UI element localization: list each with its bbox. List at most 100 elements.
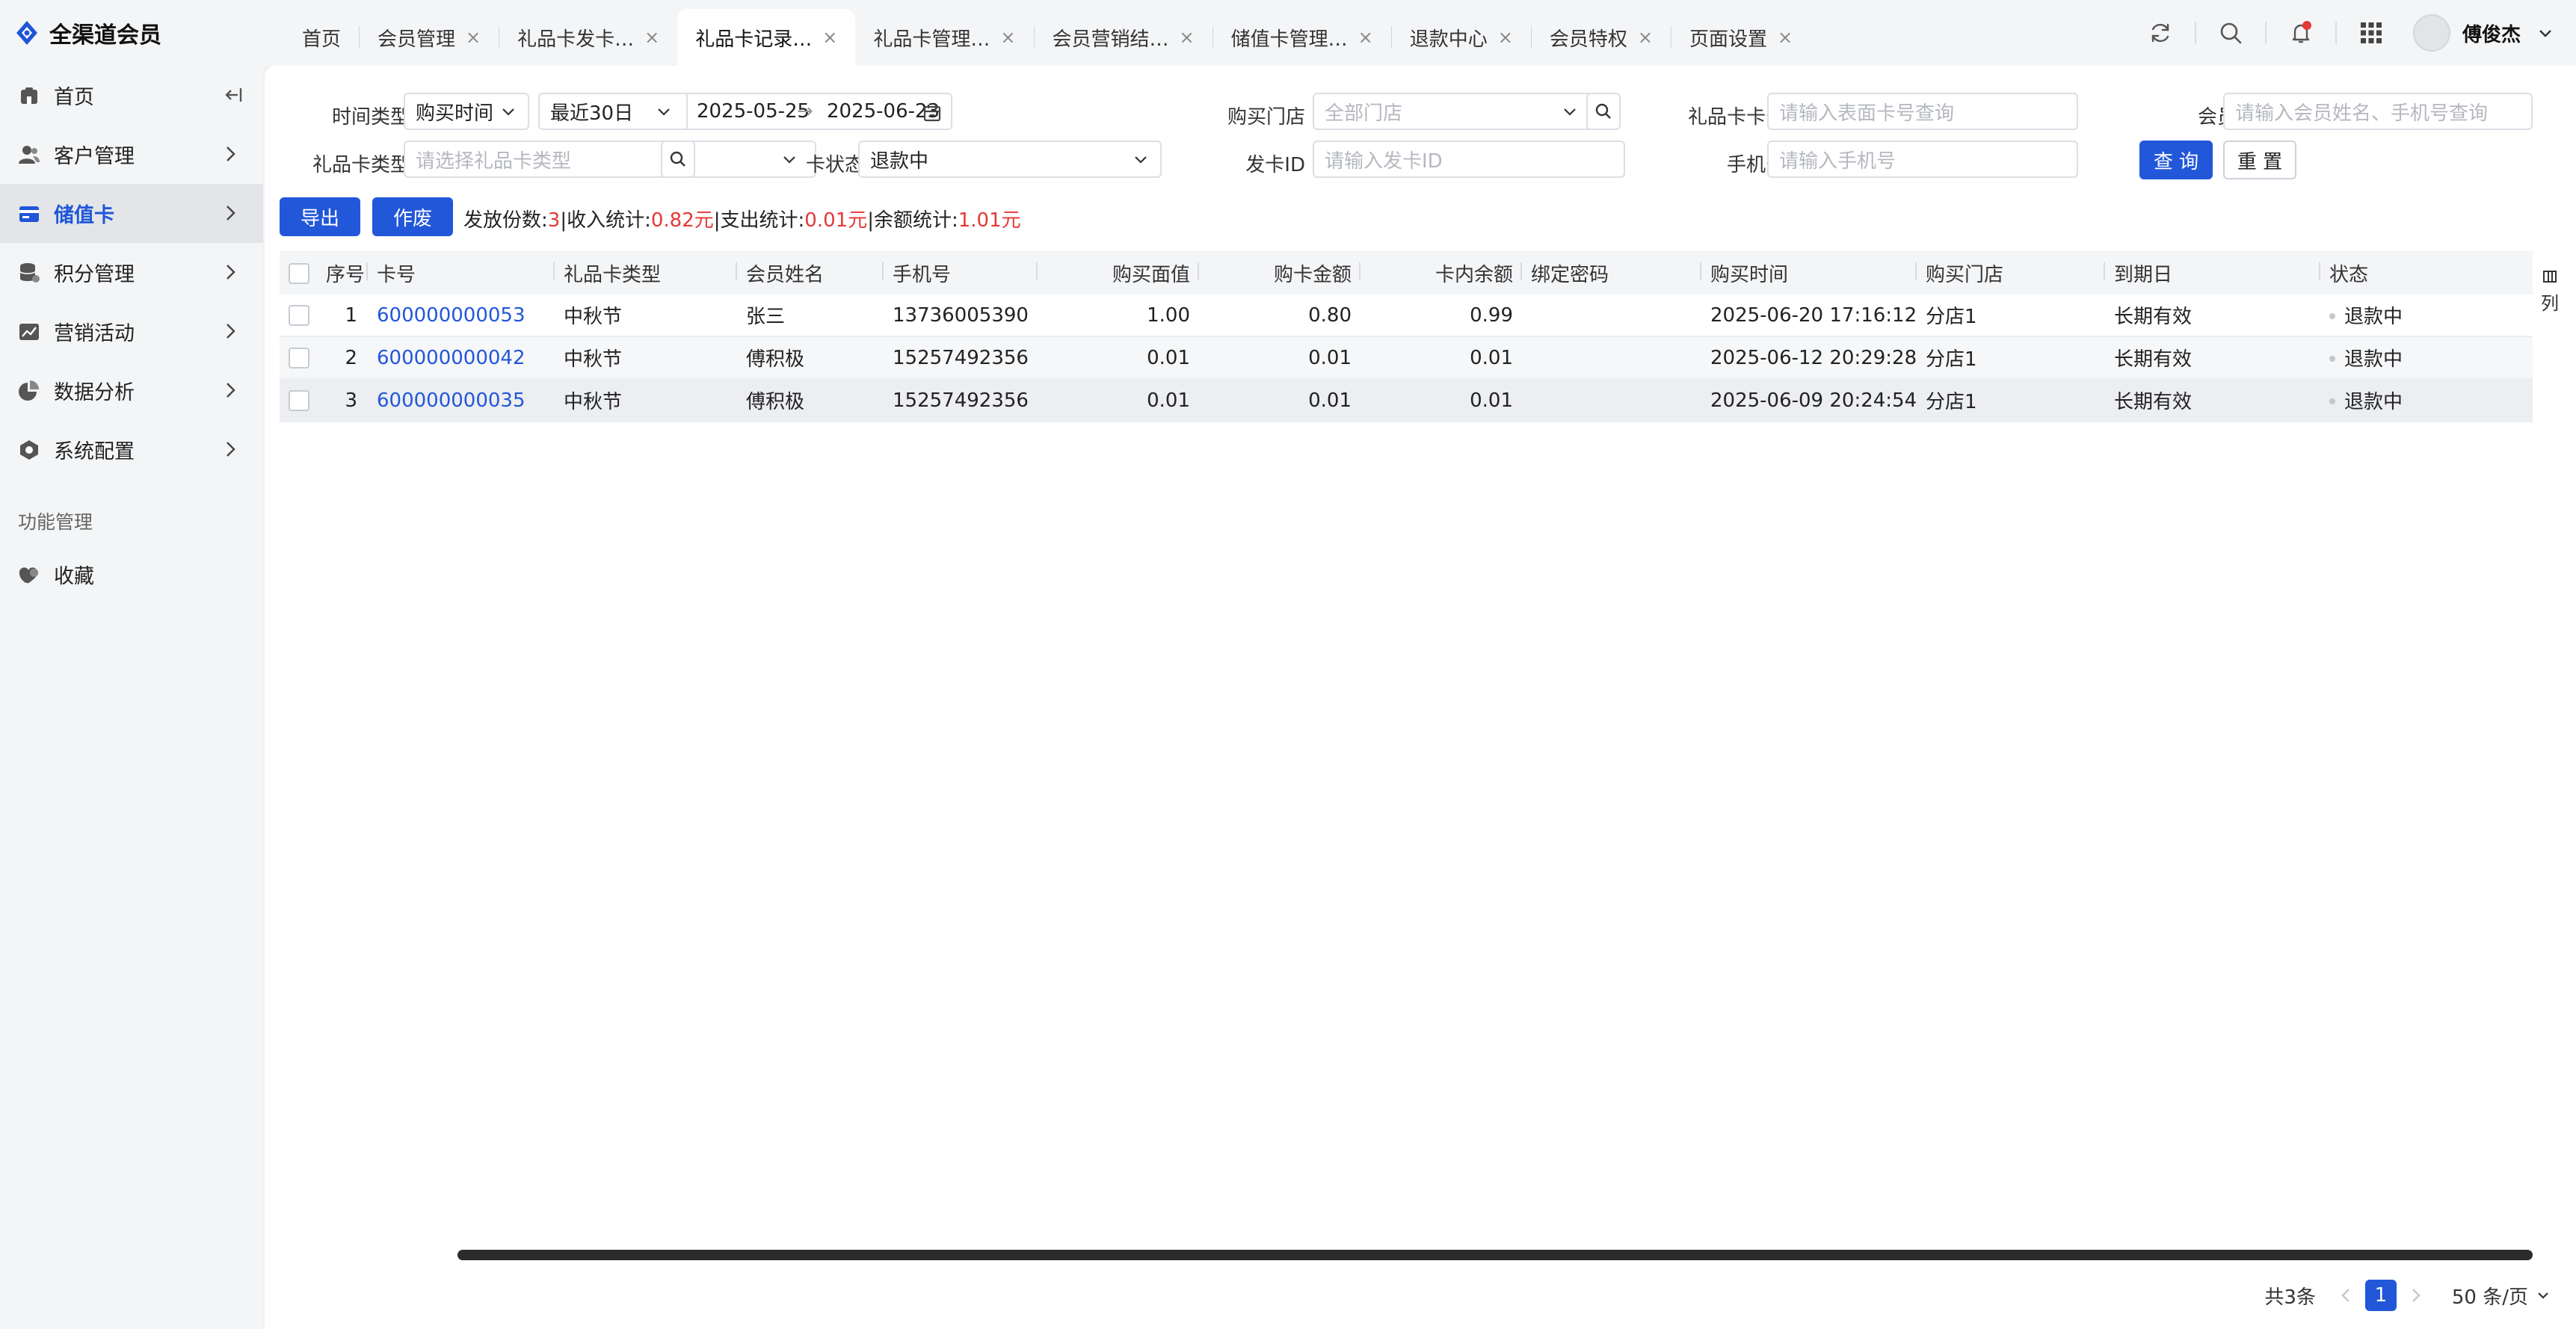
column-header-expire-date[interactable]: 到期日	[2105, 259, 2320, 287]
column-header-bound-password[interactable]: 绑定密码	[1522, 259, 1701, 287]
page-size-select[interactable]: 50 条/页	[2444, 1280, 2558, 1311]
void-button[interactable]: 作废	[372, 197, 453, 236]
tab-home[interactable]: 首页	[284, 9, 359, 66]
date-range-picker[interactable]: 最近30日 2025-05-25 → 2025-06-23	[538, 93, 952, 130]
card-type-cell: 中秋节	[564, 391, 623, 413]
table-row[interactable]: 2 600000000042 中秋节 傅积极 15257492356 0.01 …	[280, 337, 2533, 380]
close-icon[interactable]: ×	[1180, 27, 1195, 48]
column-header-card-no[interactable]: 卡号	[368, 259, 555, 287]
close-icon[interactable]: ×	[644, 27, 659, 48]
tab-stored-value-card[interactable]: 储值卡管理… ×	[1213, 9, 1391, 66]
table-row[interactable]: 1 600000000053 中秋节 张三 13736005390 1.00 0…	[280, 295, 2533, 337]
close-icon[interactable]: ×	[1638, 27, 1653, 48]
issued-count-label: 发放份数:	[463, 209, 548, 232]
time-type-select[interactable]: 购买时间	[404, 93, 529, 130]
tab-page-settings[interactable]: 页面设置 ×	[1671, 9, 1811, 66]
apps-grid-icon[interactable]	[2353, 15, 2389, 51]
column-header-purchase-time[interactable]: 购买时间	[1701, 259, 1917, 287]
table-row[interactable]: 3 600000000035 中秋节 傅积极 15257492356 0.01 …	[280, 380, 2533, 422]
tab-member-management[interactable]: 会员管理 ×	[360, 9, 499, 66]
card-no-link[interactable]: 600000000042	[368, 347, 555, 369]
sidebar-item-system-config[interactable]: 系统配置	[0, 420, 263, 479]
app-logo[interactable]: 全渠道会员	[0, 0, 284, 66]
reset-button[interactable]: 重 置	[2223, 141, 2296, 179]
bell-icon[interactable]	[2283, 15, 2319, 51]
refresh-icon[interactable]	[2142, 15, 2178, 51]
close-icon[interactable]: ×	[1358, 27, 1373, 48]
balance-cell: 0.01	[1470, 346, 1513, 369]
close-icon[interactable]: ×	[1778, 27, 1793, 48]
notification-dot	[2302, 21, 2311, 30]
column-header-status[interactable]: 状态	[2320, 259, 2518, 287]
member-input[interactable]: 请输入会员姓名、手机号查询	[2223, 93, 2533, 130]
row-checkbox-cell[interactable]	[280, 347, 317, 369]
tab-gift-card-issue[interactable]: 礼品卡发卡… ×	[499, 9, 677, 66]
page-number-current[interactable]: 1	[2364, 1280, 2397, 1311]
column-settings-label: 列	[2541, 293, 2559, 314]
status-dot-icon	[2329, 398, 2335, 404]
column-header-purchase-store[interactable]: 购买门店	[1917, 259, 2105, 287]
sidebar-item-home[interactable]: 首页	[0, 66, 263, 125]
sidebar-item-data-analysis[interactable]: 数据分析	[0, 361, 263, 420]
column-header-face-value[interactable]: 购买面值	[1038, 259, 1199, 287]
gift-card-records-table: 序号 卡号 礼品卡类型 会员姓名 手机号 购买面值 购卡金额 卡内余额 绑定密码…	[280, 251, 2533, 422]
row-checkbox-cell[interactable]	[280, 389, 317, 412]
column-header-member-name[interactable]: 会员姓名	[737, 259, 884, 287]
store-search-button[interactable]	[1586, 93, 1621, 130]
card-no-link[interactable]: 600000000053	[368, 304, 555, 327]
page-size-value: 50 条/页	[2451, 1286, 2528, 1309]
column-header-card-type[interactable]: 礼品卡类型	[555, 259, 737, 287]
tab-member-marketing[interactable]: 会员营销结… ×	[1035, 9, 1212, 66]
tab-gift-card-management[interactable]: 礼品卡管理… ×	[855, 9, 1033, 66]
row-checkbox[interactable]	[289, 390, 309, 411]
expire-date-cell: 长期有效	[2114, 348, 2193, 371]
row-index: 1	[345, 303, 357, 327]
time-type-value: 购买时间	[416, 102, 494, 125]
column-header-purchase-amount[interactable]: 购卡金额	[1199, 259, 1361, 287]
close-icon[interactable]: ×	[1000, 27, 1015, 48]
sidebar-item-favorites[interactable]: 收藏	[0, 545, 263, 604]
tab-refund-center[interactable]: 退款中心 ×	[1392, 9, 1531, 66]
card-status-select[interactable]: 退款中	[858, 141, 1162, 178]
card-type-search-button[interactable]	[661, 141, 695, 178]
card-type-select[interactable]: 请选择礼品卡类型	[404, 141, 816, 178]
select-all-checkbox[interactable]	[289, 262, 309, 284]
card-no-placeholder: 请输入表面卡号查询	[1779, 102, 1955, 125]
column-settings-toggle[interactable]: 列	[2537, 268, 2563, 315]
horizontal-scrollbar[interactable]	[457, 1250, 2533, 1260]
divider	[2264, 22, 2267, 44]
card-no-input[interactable]: 请输入表面卡号查询	[1767, 93, 2078, 130]
export-button[interactable]: 导出	[280, 197, 360, 236]
store-select[interactable]: 全部门店	[1313, 93, 1592, 130]
row-checkbox-cell[interactable]	[280, 304, 317, 327]
tab-gift-card-records[interactable]: 礼品卡记录… ×	[677, 9, 856, 66]
user-name[interactable]: 傅俊杰	[2462, 19, 2521, 47]
select-all-checkbox-cell[interactable]	[280, 262, 317, 284]
stats-summary: 发放份数:3|收入统计:0.82元|支出统计:0.01元|余额统计:1.01元	[463, 205, 1021, 232]
close-icon[interactable]: ×	[1498, 27, 1513, 48]
row-checkbox[interactable]	[289, 348, 309, 369]
card-no-link[interactable]: 600000000035	[368, 389, 555, 412]
column-header-balance[interactable]: 卡内余额	[1361, 259, 1522, 287]
tab-member-privileges[interactable]: 会员特权 ×	[1532, 9, 1671, 66]
calendar-icon[interactable]	[922, 103, 942, 123]
sidebar-item-stored-value-card[interactable]: 储值卡	[0, 184, 263, 243]
sidebar-item-points[interactable]: 积分管理	[0, 243, 263, 302]
date-start[interactable]: 2025-05-25	[697, 100, 810, 123]
row-checkbox[interactable]	[289, 305, 309, 326]
search-icon[interactable]	[2213, 15, 2249, 51]
avatar[interactable]	[2412, 14, 2450, 52]
chevron-down-icon[interactable]	[2537, 25, 2554, 41]
prev-page-button[interactable]	[2331, 1280, 2361, 1311]
query-button[interactable]: 查 询	[2139, 141, 2213, 179]
close-icon[interactable]: ×	[466, 27, 481, 48]
issue-id-input[interactable]: 请输入发卡ID	[1313, 141, 1625, 178]
collapse-sidebar-icon[interactable]	[223, 84, 245, 106]
sidebar-item-marketing[interactable]: 营销活动	[0, 302, 263, 361]
column-header-phone[interactable]: 手机号	[884, 259, 1038, 287]
sidebar-item-customers[interactable]: 客户管理	[0, 125, 263, 184]
chevron-down-icon	[502, 108, 514, 116]
phone-input[interactable]: 请输入手机号	[1767, 141, 2078, 178]
close-icon[interactable]: ×	[822, 27, 837, 48]
next-page-button[interactable]	[2401, 1280, 2431, 1311]
